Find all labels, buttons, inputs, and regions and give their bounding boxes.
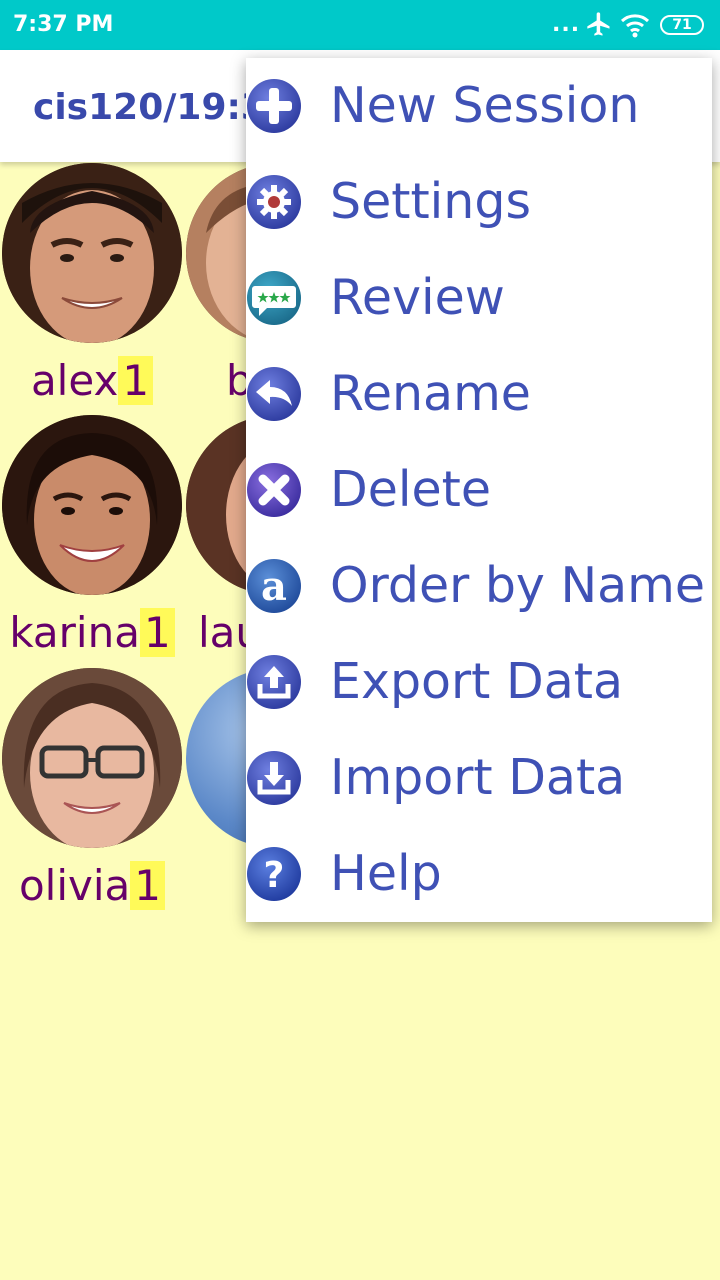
student-avatar	[2, 415, 182, 595]
menu-item-label: Help	[330, 845, 442, 902]
menu-item-label: Export Data	[330, 653, 623, 710]
app-screen: 7:37 PM ... 71 cis120/19:3 alex1 b karin…	[0, 0, 720, 1280]
menu-item-label: Delete	[330, 461, 491, 518]
question-icon: ?	[246, 846, 302, 902]
gear-icon	[246, 174, 302, 230]
menu-item-import-data[interactable]: Import Data	[246, 730, 712, 826]
menu-item-label: Settings	[330, 173, 531, 230]
menu-item-label: Order by Name	[330, 557, 706, 614]
student-name: karina	[9, 608, 140, 657]
undo-arrow-icon	[246, 366, 302, 422]
svg-text:?: ?	[264, 855, 285, 896]
menu-item-order-by-name[interactable]: a Order by Name	[246, 538, 712, 634]
status-bar: 7:37 PM ... 71	[0, 0, 720, 50]
student-count: 1	[130, 861, 166, 910]
menu-item-rename[interactable]: Rename	[246, 346, 712, 442]
menu-item-delete[interactable]: Delete	[246, 442, 712, 538]
menu-item-export-data[interactable]: Export Data	[246, 634, 712, 730]
menu-item-label: Rename	[330, 365, 531, 422]
student-avatar	[2, 668, 182, 848]
student-avatar	[2, 163, 182, 343]
student-count: 1	[118, 356, 154, 405]
student-name-label: alex1	[2, 349, 182, 413]
menu-item-label: Import Data	[330, 749, 626, 806]
close-icon	[246, 462, 302, 518]
student-name-label: olivia1	[2, 854, 182, 918]
menu-item-review[interactable]: Review	[246, 250, 712, 346]
svg-text:a: a	[261, 563, 287, 610]
battery-icon: 71	[660, 15, 704, 35]
download-icon	[246, 750, 302, 806]
upload-icon	[246, 654, 302, 710]
menu-item-label: New Session	[330, 77, 640, 134]
student-count: 1	[139, 608, 175, 657]
session-title: cis120/19:3	[33, 87, 266, 128]
student-name: alex	[30, 356, 119, 405]
menu-item-new-session[interactable]: New Session	[246, 58, 712, 154]
comment-stars-icon	[246, 270, 302, 326]
student-name-label: karina1	[2, 601, 182, 665]
menu-item-label: Review	[330, 269, 505, 326]
student-name: olivia	[18, 861, 131, 910]
overflow-menu: New Session Settings Review Rename Delet…	[246, 58, 712, 922]
status-time: 7:37 PM	[13, 12, 114, 37]
letter-a-icon: a	[246, 558, 302, 614]
wifi-icon	[620, 12, 650, 42]
menu-item-help[interactable]: ? Help	[246, 826, 712, 922]
more-notifications-icon: ...	[552, 12, 581, 37]
menu-item-settings[interactable]: Settings	[246, 154, 712, 250]
plus-icon	[246, 78, 302, 134]
airplane-icon	[585, 10, 613, 42]
